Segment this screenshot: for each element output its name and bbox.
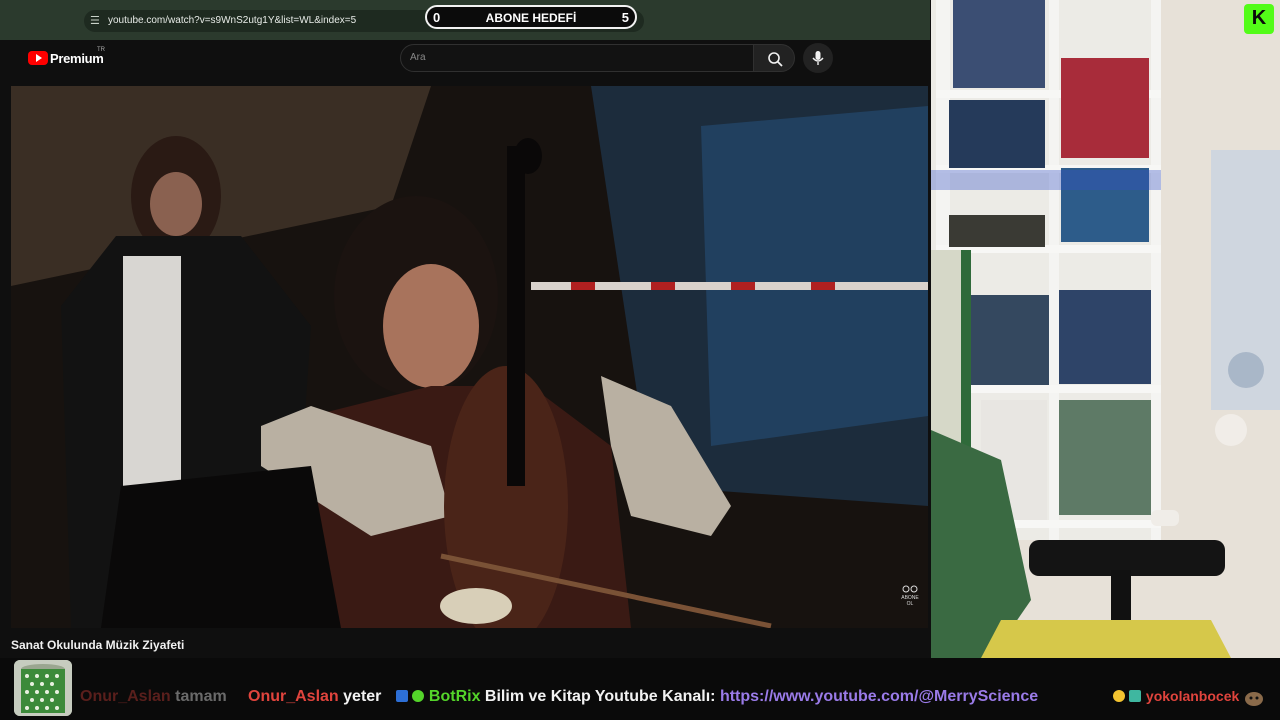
- chat-username[interactable]: Onur_Aslan: [248, 688, 339, 705]
- chat-message: Onur_Aslan tamam: [80, 688, 227, 706]
- youtube-play-glyph-icon: [36, 54, 42, 62]
- chat-username[interactable]: BotRix: [429, 688, 481, 705]
- chat-username[interactable]: yokolanbocek: [1146, 688, 1239, 704]
- chat-link[interactable]: https://www.youtube.com/@MerryScience: [720, 688, 1038, 705]
- verified-bot-badge-icon: [412, 690, 425, 702]
- webcam-room-image: [931, 0, 1280, 658]
- chat-message: Onur_Aslan yeter: [248, 688, 381, 706]
- search-input[interactable]: Ara: [410, 52, 426, 63]
- chat-username[interactable]: Onur_Aslan: [80, 688, 171, 705]
- video-frame-image: [11, 86, 928, 628]
- sender-emote-icon: [1245, 692, 1263, 706]
- moderator-badge-icon: [396, 690, 408, 702]
- subscriber-badge-icon: [1113, 690, 1125, 702]
- goal-target-count: 5: [621, 10, 629, 25]
- goal-title: ABONE HEDEFİ: [485, 11, 577, 25]
- subscriber-goal-widget: 0 ABONE HEDEFİ 5: [425, 5, 637, 29]
- video-player[interactable]: [11, 86, 928, 628]
- chat-message: BotRix Bilim ve Kitap Youtube Kanalı: ht…: [396, 688, 1038, 706]
- search-button[interactable]: [753, 44, 795, 72]
- chat-text: Bilim ve Kitap Youtube Kanalı:: [484, 688, 716, 705]
- chat-message: yokolanbocek: [1113, 688, 1239, 706]
- youtube-brand-label[interactable]: Premium: [50, 51, 104, 66]
- video-title: Sanat Okulunda Müzik Ziyafeti: [11, 638, 185, 652]
- search-box[interactable]: [400, 44, 754, 72]
- chat-text: tamam: [175, 688, 227, 705]
- site-info-icon[interactable]: ☰: [90, 14, 100, 27]
- watermark-label: ABONE OL: [901, 595, 919, 607]
- microphone-icon: [812, 51, 824, 65]
- screen: → ⟳ ⌂ ☰ youtube.com/watch?v=s9WnS2utg1Y&…: [0, 0, 1280, 720]
- og-badge-icon: [1129, 690, 1142, 702]
- voice-search-button[interactable]: [803, 43, 833, 73]
- url-text[interactable]: youtube.com/watch?v=s9WnS2utg1Y&list=WL&…: [108, 15, 356, 26]
- region-label: TR: [97, 47, 105, 53]
- chat-avatar-image: [14, 660, 72, 716]
- kick-logo-letter: K: [1251, 7, 1267, 29]
- chat-avatar: [14, 660, 72, 716]
- subscribe-watermark[interactable]: ABONE OL: [901, 585, 919, 607]
- chat-text: yeter: [343, 688, 382, 705]
- search-icon: [768, 52, 783, 67]
- webcam-feed: [931, 0, 1280, 658]
- subscribe-logo-icon: [902, 585, 918, 593]
